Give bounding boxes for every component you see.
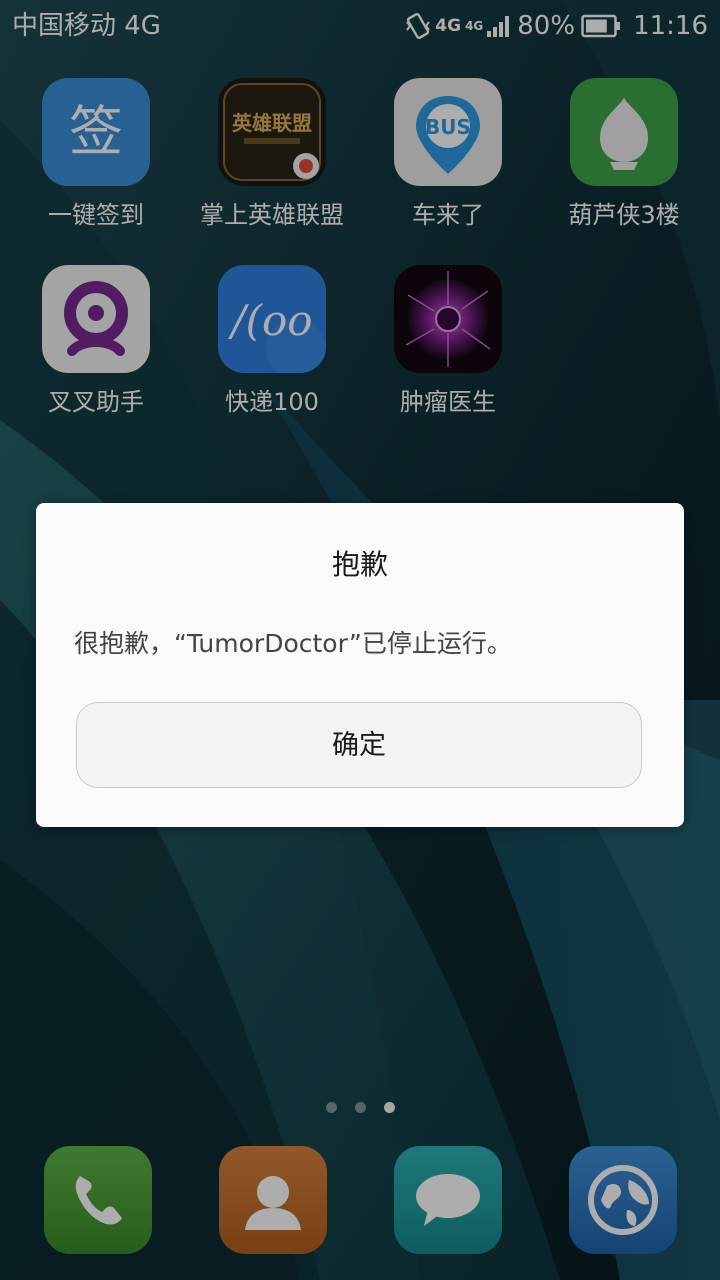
dialog-message: 很抱歉，“TumorDoctor”已停止运行。 bbox=[74, 629, 512, 658]
dialog-title: 抱歉 bbox=[331, 548, 388, 581]
app-crash-dialog: 抱歉 很抱歉，“TumorDoctor”已停止运行。 确定 bbox=[36, 503, 684, 827]
phone-screen: 中国移动 4G 4G 4G 80% 11:16 签 一键签到 英雄联盟 掌上英雄… bbox=[0, 0, 720, 1280]
ok-button[interactable]: 确定 bbox=[76, 702, 642, 788]
